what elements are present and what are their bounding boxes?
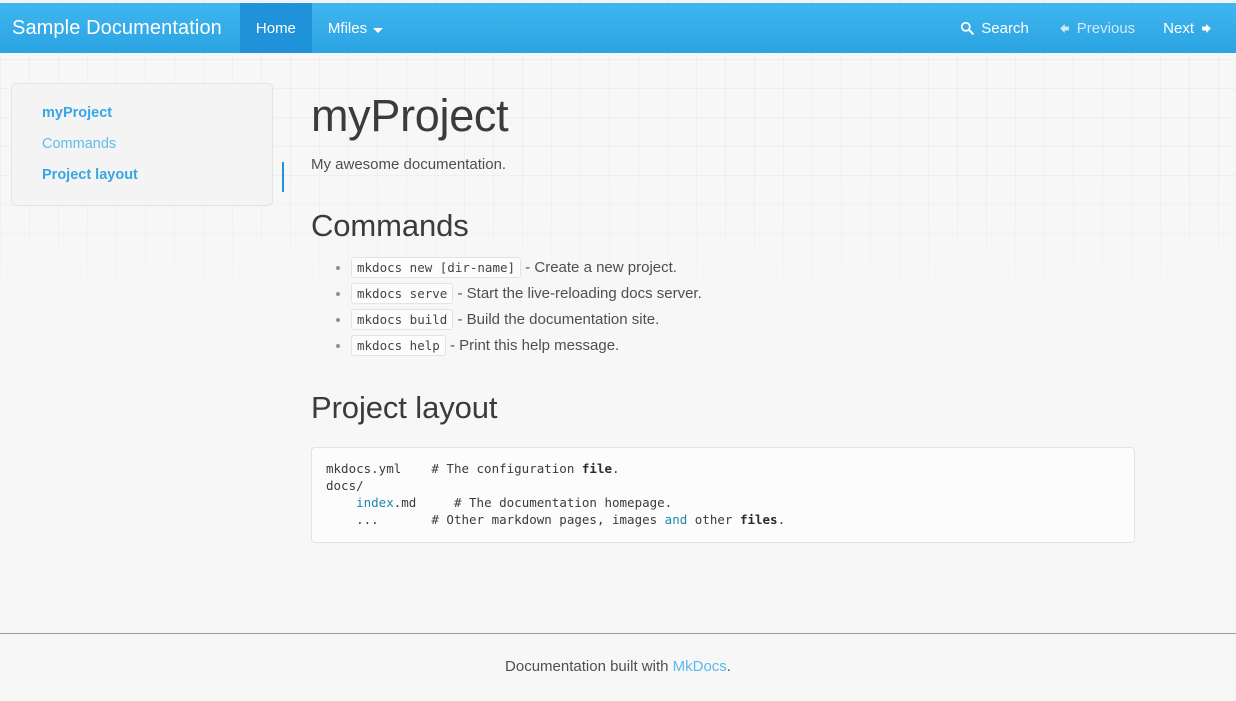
footer-text-after: . (726, 658, 731, 675)
top-navbar: Sample Documentation Home Mfiles Search (0, 3, 1236, 53)
footer-text-before: Documentation built with (505, 658, 673, 675)
list-item: mkdocs help - Print this help message. (351, 335, 1135, 357)
code-bold-word: file (581, 461, 612, 476)
code-comment-tail: . (612, 461, 620, 476)
command-code: mkdocs new [dir-name] (351, 257, 522, 278)
footer-text: Documentation built with MkDocs. (0, 634, 1236, 677)
sidebar-item-myproject-label: myProject (42, 105, 113, 121)
code-comment-tail: . (777, 512, 786, 527)
command-description: - Create a new project. (521, 259, 677, 276)
previous-page-label: Previous (1076, 19, 1136, 37)
code-path: docs/ (326, 478, 364, 493)
navbar-right-group: Search Previous Next (946, 3, 1236, 53)
code-filename: index (356, 495, 394, 510)
project-layout-code-block: mkdocs.yml # The configuration file. doc… (311, 447, 1135, 543)
command-description: - Build the documentation site. (453, 311, 660, 328)
search-icon (960, 21, 975, 35)
list-item: mkdocs build - Build the documentation s… (351, 309, 1135, 331)
toc-list: myProject Commands Project layout (12, 98, 284, 192)
nav-item-home-label: Home (255, 19, 296, 37)
code-path: mkdocs.yml (326, 461, 402, 476)
code-comment: # Other markdown pages, images (431, 512, 665, 527)
sidebar-item-myproject[interactable]: myProject (12, 98, 272, 129)
list-item: mkdocs serve - Start the live-reloading … (351, 283, 1135, 305)
arrow-left-icon (1057, 22, 1070, 35)
sidebar-table-of-contents: myProject Commands Project layout (11, 83, 284, 206)
heading-project-layout: Project layout (311, 390, 498, 425)
code-bold-word: files (739, 512, 778, 527)
search-button-label: Search (981, 19, 1029, 37)
code-comment: # The configuration (431, 461, 582, 476)
code-comment: # The documentation homepage. (453, 495, 673, 510)
code-comment: other (687, 512, 740, 527)
commands-list: mkdocs new [dir-name] - Create a new pro… (311, 257, 1135, 357)
previous-page-button[interactable]: Previous (1043, 3, 1149, 53)
page-root: Sample Documentation Home Mfiles Search (0, 0, 1236, 701)
next-page-label: Next (1163, 19, 1194, 37)
sidebar-item-project-layout[interactable]: Project layout (12, 160, 284, 192)
page-footer: Documentation built with MkDocs. (0, 633, 1236, 701)
list-item: mkdocs new [dir-name] - Create a new pro… (351, 257, 1135, 279)
heading-commands: Commands (311, 208, 469, 243)
nav-item-mfiles[interactable]: Mfiles (312, 3, 399, 53)
next-page-button[interactable]: Next (1149, 3, 1228, 53)
navbar-left-group: Home Mfiles (239, 3, 399, 53)
command-description: - Start the live-reloading docs server. (453, 285, 702, 302)
command-code: mkdocs serve (351, 283, 454, 304)
arrow-right-icon (1201, 22, 1214, 35)
command-description: - Print this help message. (445, 337, 620, 354)
chevron-down-icon (373, 27, 384, 33)
code-keyword: and (664, 512, 688, 527)
sidebar-item-project-layout-label: Project layout (42, 167, 138, 183)
page-lead-text: My awesome documentation. (311, 156, 507, 173)
main-content: myProject My awesome documentation. Comm… (311, 88, 1135, 543)
mkdocs-link[interactable]: MkDocs (673, 658, 727, 675)
code-extension: .md (393, 495, 417, 510)
command-code: mkdocs help (351, 335, 446, 356)
sidebar-item-commands-label: Commands (42, 136, 117, 152)
project-layout-code: mkdocs.yml # The configuration file. doc… (326, 460, 1120, 528)
command-code: mkdocs build (351, 309, 454, 330)
nav-item-mfiles-label: Mfiles (327, 19, 368, 37)
page-title: myProject (311, 90, 509, 141)
nav-item-home[interactable]: Home (239, 3, 312, 53)
sidebar-item-commands[interactable]: Commands (12, 129, 272, 160)
code-ellipsis: ... (356, 512, 379, 527)
brand-title[interactable]: Sample Documentation (0, 3, 240, 53)
search-button[interactable]: Search (946, 3, 1043, 53)
